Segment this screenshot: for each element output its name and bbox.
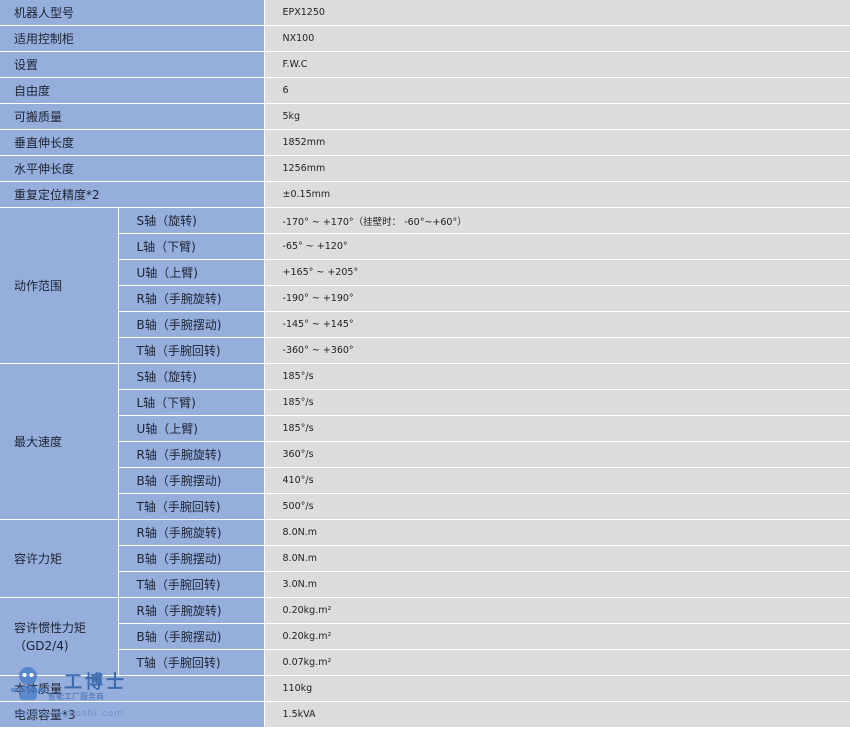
row-label: 电源容量*3: [0, 701, 265, 728]
group-label-torque: 容许力矩: [0, 519, 119, 598]
axis-label: B轴（手腕摆动): [118, 545, 265, 572]
inertia-label-line1: 容许惯性力矩: [14, 620, 87, 635]
row-value: 5kg: [264, 103, 850, 130]
axis-value: 0.07kg.m²: [264, 649, 850, 676]
axis-value: 8.0N.m: [264, 519, 850, 546]
axis-label: B轴（手腕摆动): [118, 467, 265, 494]
table-row: 垂直伸长度 1852mm: [0, 129, 850, 156]
table-row: L轴（下臂) -65° ~ +120°: [0, 233, 850, 260]
row-value: ±0.15mm: [264, 181, 850, 208]
row-value: NX100: [264, 25, 850, 52]
table-row: 最大速度 S轴（旋转) 185°/s: [0, 363, 850, 520]
table-row: T轴（手腕回转) 500°/s: [0, 493, 850, 520]
table-row: R轴（手腕旋转) 360°/s: [0, 441, 850, 468]
row-label: 机器人型号: [0, 0, 265, 26]
axis-label: S轴（旋转): [118, 363, 265, 390]
table-row: 本体质量 110kg: [0, 675, 850, 702]
axis-value: 8.0N.m: [264, 545, 850, 572]
row-label: 自由度: [0, 77, 265, 104]
table-row: B轴（手腕摆动) 0.20kg.m²: [0, 623, 850, 650]
axis-label: R轴（手腕旋转): [118, 597, 265, 624]
table-row: 自由度 6: [0, 77, 850, 104]
table-row: B轴（手腕摆动) 8.0N.m: [0, 545, 850, 572]
table-row: 设置 F.W.C: [0, 51, 850, 78]
table-row: T轴（手腕回转) 3.0N.m: [0, 571, 850, 598]
axis-value: 185°/s: [264, 415, 850, 442]
table-row: 机器人型号 EPX1250: [0, 0, 850, 26]
axis-label: L轴（下臂): [118, 233, 265, 260]
axis-label: R轴（手腕旋转): [118, 441, 265, 468]
group-label-inertia: 容许惯性力矩 （GD2/4): [0, 597, 119, 676]
axis-value: 360°/s: [264, 441, 850, 468]
axis-value: 3.0N.m: [264, 571, 850, 598]
axis-label: U轴（上臂): [118, 415, 265, 442]
row-value: 1.5kVA: [264, 701, 850, 728]
table-row: B轴（手腕摆动) -145° ~ +145°: [0, 311, 850, 338]
axis-label: S轴（旋转): [118, 207, 265, 234]
row-value: 6: [264, 77, 850, 104]
axis-label: R轴（手腕旋转): [118, 285, 265, 312]
table-row: 水平伸长度 1256mm: [0, 155, 850, 182]
table-row: 动作范围 S轴（旋转) -170° ~ +170°（挂壁时： -60°~+60°…: [0, 207, 850, 364]
table-row: T轴（手腕回转) -360° ~ +360°: [0, 337, 850, 364]
row-value: EPX1250: [264, 0, 850, 26]
table-row: 可搬质量 5kg: [0, 103, 850, 130]
axis-label: B轴（手腕摆动): [118, 311, 265, 338]
axis-label: B轴（手腕摆动): [118, 623, 265, 650]
axis-label: L轴（下臂): [118, 389, 265, 416]
axis-value: -65° ~ +120°: [264, 233, 850, 260]
axis-value: 410°/s: [264, 467, 850, 494]
axis-value: 0.20kg.m²: [264, 623, 850, 650]
table-row: R轴（手腕旋转) -190° ~ +190°: [0, 285, 850, 312]
axis-label: T轴（手腕回转): [118, 649, 265, 676]
table-row: B轴（手腕摆动) 410°/s: [0, 467, 850, 494]
row-label: 设置: [0, 51, 265, 78]
axis-value: +165° ~ +205°: [264, 259, 850, 286]
inertia-label-line2: （GD2/4): [14, 638, 69, 653]
table-row: 重复定位精度*2 ±0.15mm: [0, 181, 850, 208]
row-label: 本体质量: [0, 675, 265, 702]
spec-table: 机器人型号 EPX1250 适用控制柜 NX100 设置 F.W.C 自由度 6…: [0, 0, 850, 728]
row-label: 适用控制柜: [0, 25, 265, 52]
axis-value: 500°/s: [264, 493, 850, 520]
row-label: 重复定位精度*2: [0, 181, 265, 208]
axis-value: -170° ~ +170°（挂壁时： -60°~+60°）: [264, 207, 850, 234]
row-value: 1256mm: [264, 155, 850, 182]
axis-value: 185°/s: [264, 363, 850, 390]
axis-label: T轴（手腕回转): [118, 337, 265, 364]
row-value: F.W.C: [264, 51, 850, 78]
axis-value: -190° ~ +190°: [264, 285, 850, 312]
group-label-motion-range: 动作范围: [0, 207, 119, 364]
axis-value: 0.20kg.m²: [264, 597, 850, 624]
axis-value: -360° ~ +360°: [264, 337, 850, 364]
axis-value: -145° ~ +145°: [264, 311, 850, 338]
table-row: 适用控制柜 NX100: [0, 25, 850, 52]
row-label: 可搬质量: [0, 103, 265, 130]
group-label-max-speed: 最大速度: [0, 363, 119, 520]
row-value: 1852mm: [264, 129, 850, 156]
row-value: 110kg: [264, 675, 850, 702]
table-row: U轴（上臂) +165° ~ +205°: [0, 259, 850, 286]
axis-label: T轴（手腕回转): [118, 493, 265, 520]
axis-value: 185°/s: [264, 389, 850, 416]
table-row: 电源容量*3 1.5kVA: [0, 701, 850, 728]
table-row: 容许惯性力矩 （GD2/4) R轴（手腕旋转) 0.20kg.m²: [0, 597, 850, 676]
axis-label: T轴（手腕回转): [118, 571, 265, 598]
row-label: 垂直伸长度: [0, 129, 265, 156]
axis-label: R轴（手腕旋转): [118, 519, 265, 546]
table-row: T轴（手腕回转) 0.07kg.m²: [0, 649, 850, 676]
table-row: L轴（下臂) 185°/s: [0, 389, 850, 416]
axis-label: U轴（上臂): [118, 259, 265, 286]
table-row: U轴（上臂) 185°/s: [0, 415, 850, 442]
table-row: 容许力矩 R轴（手腕旋转) 8.0N.m: [0, 519, 850, 598]
row-label: 水平伸长度: [0, 155, 265, 182]
